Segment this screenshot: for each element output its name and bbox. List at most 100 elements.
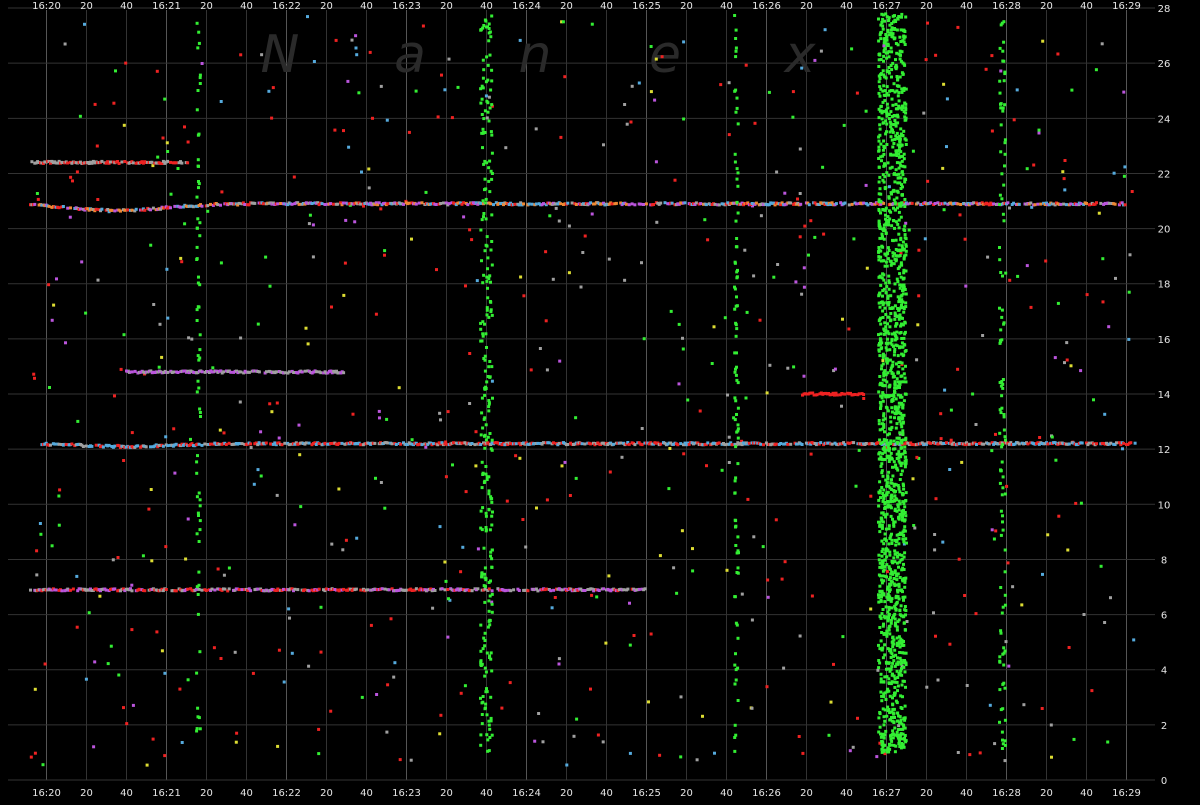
quote-burst-point	[878, 584, 882, 588]
quote-burst-point	[894, 124, 898, 128]
trade-line-point	[552, 588, 556, 592]
scatter-trade-point	[768, 363, 772, 367]
quote-burst-point	[890, 640, 894, 644]
quote-burst-point	[485, 478, 489, 481]
x-tick-label-bottom: 16:28	[992, 788, 1021, 799]
watermark-letter: n	[519, 25, 552, 85]
quote-burst-point	[884, 729, 888, 733]
scatter-trade-point	[545, 368, 549, 372]
trade-line-point	[843, 201, 847, 205]
quote-burst-point	[883, 162, 886, 166]
scatter-trade-point	[347, 145, 351, 149]
scatter-trade-point	[1050, 755, 1053, 759]
trade-line-point	[104, 588, 108, 592]
quote-burst-point	[488, 528, 492, 532]
quote-burst-point	[890, 542, 894, 545]
trade-line-point	[676, 443, 680, 447]
quote-burst-point	[196, 158, 200, 162]
quote-burst-point	[999, 411, 1003, 415]
scatter-trade-point	[534, 127, 538, 131]
scatter-trade-point	[1005, 484, 1009, 488]
quote-burst-point	[198, 348, 202, 352]
scatter-trade-point	[994, 432, 997, 436]
trade-line-point	[956, 202, 960, 206]
quote-burst-point	[490, 565, 494, 569]
scatter-trade-point	[443, 88, 447, 92]
scatter-trade-point	[459, 691, 463, 695]
quote-burst-point	[1003, 141, 1007, 145]
quote-burst-point	[735, 571, 739, 574]
quote-burst-point	[901, 61, 905, 65]
trade-line-point	[560, 588, 564, 592]
scatter-trade-point	[330, 305, 333, 309]
quote-burst-point	[894, 608, 898, 612]
scatter-trade-point	[1007, 664, 1011, 668]
quote-burst-point	[878, 318, 882, 321]
quote-burst-point	[485, 308, 489, 312]
quote-burst-point	[904, 576, 908, 580]
quote-burst-point	[889, 263, 893, 267]
quote-burst-point	[1000, 730, 1004, 734]
quote-burst-point	[900, 401, 903, 405]
quote-burst-point	[484, 243, 488, 247]
scatter-trade-point	[557, 219, 561, 223]
scatter-trade-point	[945, 97, 949, 101]
quote-burst-point	[195, 727, 199, 731]
quote-burst-point	[883, 321, 887, 325]
quote-burst-point	[892, 189, 896, 193]
x-tick-label-top: 16:21	[152, 1, 181, 12]
trade-line-point	[315, 370, 318, 374]
scatter-trade-point	[765, 391, 769, 395]
trade-line-point	[307, 441, 311, 445]
scatter-trade-point	[38, 522, 42, 525]
scatter-trade-point	[1063, 188, 1067, 192]
trade-line-point	[30, 160, 34, 164]
scatter-trade-point	[122, 706, 125, 710]
scatter-trade-point	[149, 488, 153, 491]
scatter-trade-point	[521, 518, 525, 521]
quote-burst-point	[899, 204, 903, 208]
scatter-trade-point	[589, 687, 592, 691]
quote-burst-point	[882, 496, 886, 500]
quote-burst-point	[878, 85, 882, 89]
quote-burst-point	[890, 606, 894, 610]
scatter-trade-point	[1099, 564, 1103, 568]
scatter-trade-point	[464, 490, 468, 494]
scatter-trade-point	[131, 703, 135, 707]
quote-burst-point	[1001, 378, 1005, 381]
quote-burst-point	[880, 457, 884, 461]
quote-burst-point	[733, 396, 737, 400]
quote-burst-point	[481, 506, 485, 510]
quote-burst-point	[888, 742, 891, 746]
scatter-trade-point	[333, 128, 337, 132]
quote-burst-point	[887, 470, 891, 474]
quote-burst-point	[903, 392, 907, 396]
scatter-trade-point	[504, 146, 508, 150]
scatter-trade-point	[190, 337, 194, 341]
quote-burst-point	[479, 228, 483, 232]
scatter-trade-point	[640, 261, 643, 265]
quote-burst-point	[894, 337, 898, 341]
quote-burst-point	[880, 469, 884, 473]
scatter-trade-point	[475, 279, 479, 283]
scatter-trade-point	[658, 554, 662, 558]
scatter-trade-point	[438, 732, 442, 736]
quote-burst-point	[894, 540, 898, 543]
scatter-trade-point	[1128, 253, 1132, 257]
scatter-trade-point	[172, 427, 176, 431]
quote-burst-point	[899, 641, 902, 645]
scatter-trade-point	[337, 487, 341, 491]
scatter-trade-point	[548, 214, 552, 218]
quote-burst-point	[903, 180, 907, 184]
scatter-trade-point	[1025, 264, 1029, 268]
scatter-trade-point	[271, 86, 275, 90]
scatter-trade-point	[317, 752, 321, 756]
scatter-trade-point	[1103, 621, 1107, 624]
scatter-trade-point	[292, 175, 296, 179]
quote-burst-point	[898, 254, 902, 257]
trade-line-point	[319, 371, 323, 375]
quote-burst-point	[894, 744, 898, 748]
scatter-trade-point	[260, 53, 264, 57]
quote-burst-point	[887, 524, 891, 528]
quote-burst-point	[487, 365, 491, 369]
